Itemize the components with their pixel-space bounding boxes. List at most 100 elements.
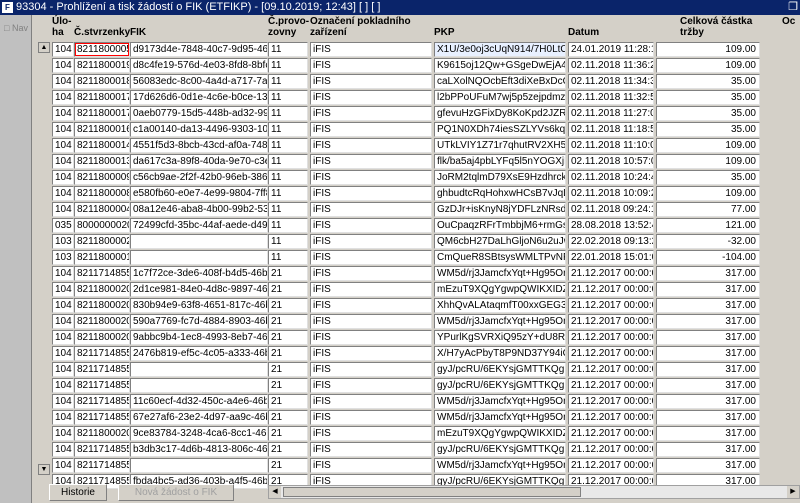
cell-castka[interactable]: 35.00 [656, 74, 760, 89]
cell-pkp[interactable]: PQ1N0XDh74iesSZLYVs6kqBYKtbM [434, 122, 566, 137]
table-row[interactable]: 10482118000170aeb0779-15d5-448b-ad32-996… [34, 105, 800, 122]
cell-ulo[interactable]: 104 [52, 378, 74, 393]
table-row[interactable]: 10482117148552476b819-ef5c-4c05-a333-46b… [34, 345, 800, 362]
cell-cs[interactable]: 8211800020 [74, 282, 130, 297]
cell-fik[interactable]: d9173d4e-7848-40c7-9d95-46bcf8e [130, 42, 268, 57]
cell-oznac[interactable]: iFIS [310, 122, 432, 137]
cell-datum[interactable]: 21.12.2017 00:00:00 [568, 458, 654, 473]
cell-oznac[interactable]: iFIS [310, 42, 432, 57]
cell-pkp[interactable]: flk/ba5aj4pbLYFq5l5nYOGXjEsX+YT [434, 154, 566, 169]
cell-pkp[interactable]: X/H7yAcPbyT8P9ND37Y94iO15v9yc [434, 346, 566, 361]
cell-pkp[interactable]: K9615oj12Qw+GSgeDwEjA4hzJOs [434, 58, 566, 73]
cell-castka[interactable]: 109.00 [656, 154, 760, 169]
cell-cs[interactable]: 8211800018 [74, 74, 130, 89]
cell-oznac[interactable]: iFIS [310, 202, 432, 217]
cell-pkp[interactable]: ghbudtcRqHohxwHCsB7vJqLNEEGC [434, 186, 566, 201]
cell-castka[interactable]: 317.00 [656, 346, 760, 361]
table-row[interactable]: 104 8211714855 21 iFIS WM5d/rj3JamcfxYqt+Hg9… [34, 457, 800, 474]
cell-ulo[interactable]: 104 [52, 122, 74, 137]
cell-castka[interactable]: 121.00 [656, 218, 760, 233]
table-row[interactable]: 1048211714855b3db3c17-4d6b-4813-806c-46b… [34, 441, 800, 458]
cell-pkp[interactable]: GzDJr+isKnyN8jYDFLzNRsdQFS0Xn [434, 202, 566, 217]
cell-cs[interactable]: 8211800013 [74, 154, 130, 169]
cell-ulo[interactable]: 104 [52, 106, 74, 121]
cell-provo[interactable]: 21 [268, 458, 308, 473]
cell-oznac[interactable]: iFIS [310, 74, 432, 89]
cell-provo[interactable]: 11 [268, 218, 308, 233]
cell-datum[interactable]: 21.12.2017 00:00:00 [568, 394, 654, 409]
cell-datum[interactable]: 21.12.2017 00:00:00 [568, 330, 654, 345]
cell-provo[interactable]: 11 [268, 90, 308, 105]
cell-cs[interactable]: 8211714855 [74, 458, 130, 473]
cell-pkp[interactable]: gyJ/pcRU/6EKYsjGMTTKQgUOAW4E [434, 362, 566, 377]
cell-pkp[interactable]: CmQueR8SBtsysWMLTPvNPNXGPR2 [434, 250, 566, 265]
cell-ulo[interactable]: 104 [52, 410, 74, 425]
cell-pkp[interactable]: OuCpaqzRFrTmbbjM6+rmGsYDiQO7 [434, 218, 566, 233]
cell-provo[interactable]: 21 [268, 330, 308, 345]
cell-datum[interactable]: 21.12.2017 00:00:00 [568, 442, 654, 457]
cell-pkp[interactable]: WM5d/rj3JamcfxYqt+Hg95OrGFpcOl [434, 314, 566, 329]
cell-datum[interactable]: 21.12.2017 00:00:00 [568, 426, 654, 441]
cell-ulo[interactable]: 104 [52, 442, 74, 457]
cell-provo[interactable]: 11 [268, 170, 308, 185]
cell-ulo[interactable]: 104 [52, 138, 74, 153]
cell-cs[interactable]: 8211800017 [74, 106, 130, 121]
cell-fik[interactable]: 67e27af6-23e2-4d97-aa9c-46bcf8ef [130, 410, 268, 425]
cell-fik[interactable]: c56cb9ae-2f2f-42b0-96eb-386e77cu [130, 170, 268, 185]
cell-provo[interactable]: 11 [268, 202, 308, 217]
cell-oznac[interactable]: iFIS [310, 330, 432, 345]
cell-cs[interactable]: 8211714855 [74, 410, 130, 425]
cell-fik[interactable] [130, 458, 268, 473]
table-row[interactable]: 104 8211800008 e580fb60-e0e7-4e99-9804-7ff… [34, 185, 800, 202]
cell-cs[interactable]: 8211800016 [74, 122, 130, 137]
cell-fik[interactable]: 4551f5d3-8bcb-43cd-af0a-748df4ea [130, 138, 268, 153]
cell-castka[interactable]: 317.00 [656, 330, 760, 345]
col-header-datum[interactable]: Datum [568, 15, 654, 41]
cell-oznac[interactable]: iFIS [310, 170, 432, 185]
table-row[interactable]: 104 8211714855 21 iFIS gyJ/pcRU/6EKYsjGMTTKQ… [34, 377, 800, 394]
cell-ulo[interactable]: 103 [52, 234, 74, 249]
cell-ulo[interactable]: 103 [52, 250, 74, 265]
cell-castka[interactable]: 109.00 [656, 138, 760, 153]
table-row[interactable]: 035 8000000020 72499cfd-35bc-44af-aede-d49… [34, 217, 800, 234]
cell-oznac[interactable]: iFIS [310, 394, 432, 409]
cell-provo[interactable]: 21 [268, 346, 308, 361]
cell-provo[interactable]: 21 [268, 426, 308, 441]
cell-datum[interactable]: 24.01.2019 11:28:12 [568, 42, 654, 57]
cell-cs[interactable]: 8000000020 [74, 218, 130, 233]
col-header-pkp[interactable]: PKP [434, 15, 564, 41]
table-row[interactable]: 104821171485511c60ecf-4d32-450c-a4e6-46b… [34, 393, 800, 410]
cell-cs[interactable]: 8211714855 [74, 442, 130, 457]
cell-oznac[interactable]: iFIS [310, 106, 432, 121]
cell-provo[interactable]: 11 [268, 74, 308, 89]
restore-window-icon[interactable]: ❐ [788, 0, 798, 15]
cell-castka[interactable]: 109.00 [656, 58, 760, 73]
cell-provo[interactable]: 11 [268, 122, 308, 137]
scroll-left-icon[interactable]: ◀ [269, 486, 281, 498]
col-header-uloha[interactable]: Úlo- ha [52, 15, 74, 41]
cell-cs[interactable]: 8211800009 [74, 170, 130, 185]
cell-datum[interactable]: 02.11.2018 11:27:02 [568, 106, 654, 121]
cell-fik[interactable]: d8c4fe19-576d-4e03-8fd8-8bfcd0e1 [130, 58, 268, 73]
table-row[interactable]: 104 8211800019 d8c4fe19-576d-4e03-8fd8-8bf… [34, 57, 800, 74]
cell-pkp[interactable]: WM5d/rj3JamcfxYqt+Hg95OrGFpcOl [434, 266, 566, 281]
nova-zadost-button[interactable]: Nová žádost o FIK [118, 484, 234, 501]
cell-oznac[interactable]: iFIS [310, 426, 432, 441]
cell-provo[interactable]: 11 [268, 154, 308, 169]
cell-datum[interactable]: 02.11.2018 11:18:53 [568, 122, 654, 137]
cell-ulo[interactable]: 104 [52, 298, 74, 313]
cell-provo[interactable]: 21 [268, 394, 308, 409]
cell-oznac[interactable]: iFIS [310, 234, 432, 249]
cell-fik[interactable]: 11c60ecf-4d32-450c-a4e6-46bcf8el [130, 394, 268, 409]
cell-pkp[interactable]: YPurlKgSVRXiQ95zY+dU8RFwB72t [434, 330, 566, 345]
col-header-provozovna[interactable]: Č.provo- zovny [268, 15, 309, 41]
cell-ulo[interactable]: 104 [52, 266, 74, 281]
cell-fik[interactable]: 08a12e46-aba8-4b00-99b2-5397768 [130, 202, 268, 217]
cell-oznac[interactable]: iFIS [310, 282, 432, 297]
table-row[interactable]: 104 8211714855 1c7f72ce-3de6-408f-b4d5-46b… [34, 265, 800, 282]
cell-fik[interactable]: 590a7769-fc7d-4884-8903-46bcf8ef [130, 314, 268, 329]
col-header-extra[interactable]: Oc [782, 15, 800, 41]
cell-ulo[interactable]: 104 [52, 330, 74, 345]
scroll-up-icon[interactable]: ▲ [38, 42, 50, 53]
cell-oznac[interactable]: iFIS [310, 378, 432, 393]
